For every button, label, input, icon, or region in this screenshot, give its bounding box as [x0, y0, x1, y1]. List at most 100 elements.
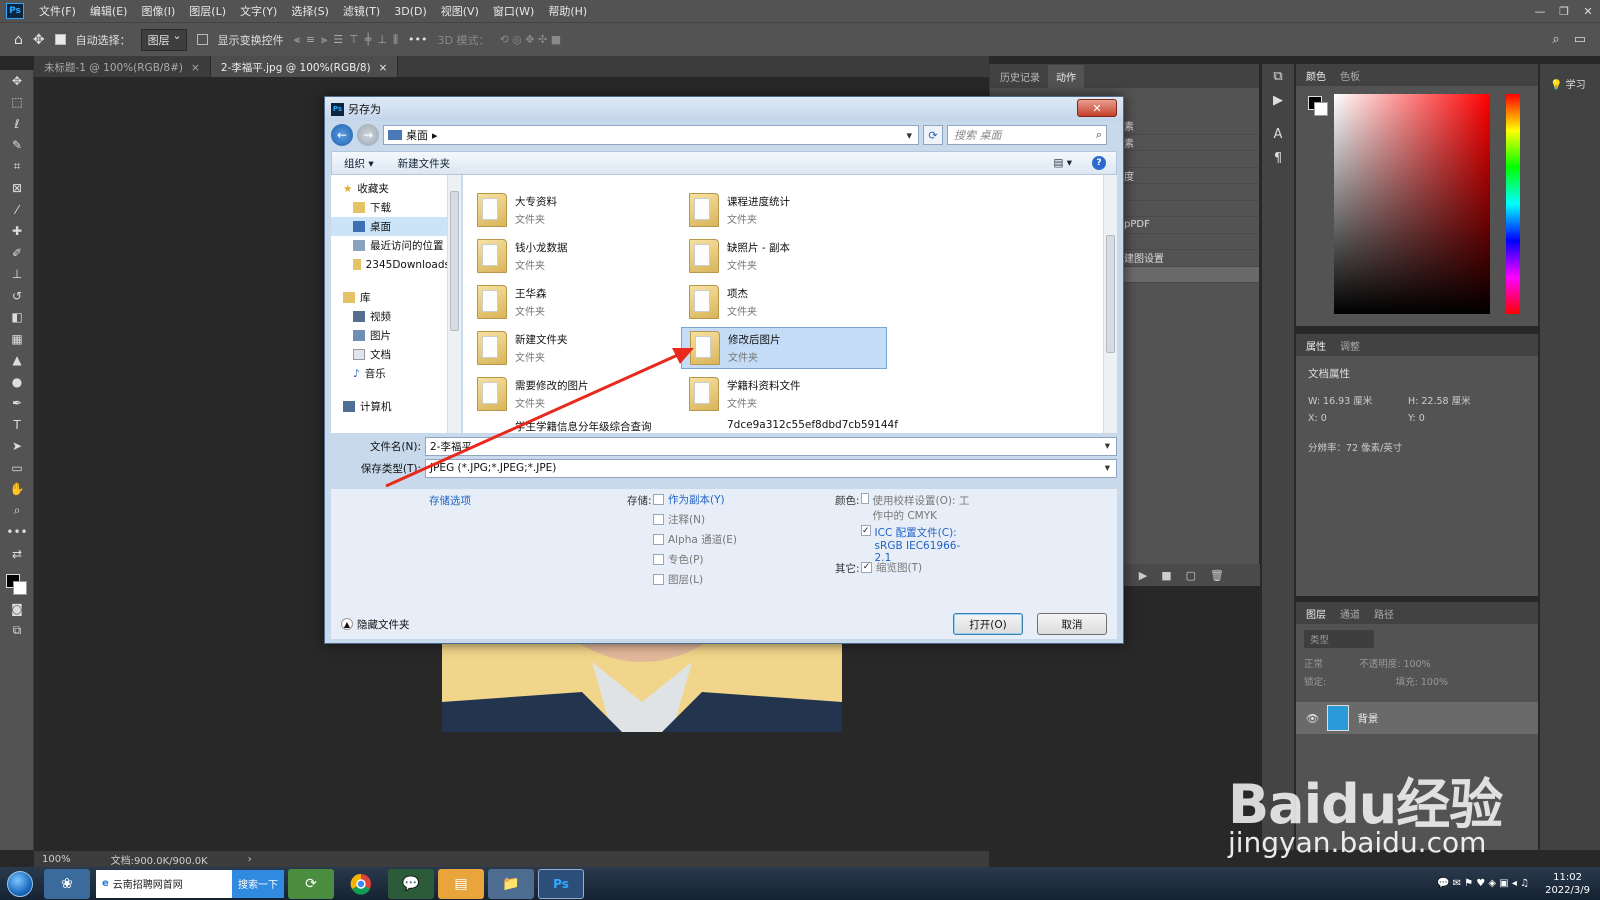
- bg-color-swatch[interactable]: [1314, 102, 1328, 116]
- background-color-swatch[interactable]: [13, 581, 27, 595]
- trash-icon[interactable]: 🗑: [1210, 569, 1224, 582]
- hide-folders-toggle[interactable]: ▲ 隐藏文件夹: [341, 617, 410, 632]
- workspace-icon[interactable]: ▭: [1574, 32, 1586, 47]
- organize-button[interactable]: 组织 ▾: [344, 156, 374, 171]
- layer-filter-dropdown[interactable]: 类型: [1304, 630, 1374, 648]
- dialog-close-button[interactable]: ✕: [1077, 99, 1117, 117]
- paragraph-icon[interactable]: ¶: [1262, 146, 1294, 170]
- taskbar-chrome-icon[interactable]: [338, 869, 384, 899]
- search-input[interactable]: 搜索 桌面 ⌕: [947, 125, 1107, 145]
- tab-adjustments[interactable]: 调整: [1340, 338, 1360, 353]
- folder-item[interactable]: 课程进度统计 文件夹: [681, 189, 887, 231]
- opacity-field[interactable]: 不透明度: 100%: [1359, 659, 1430, 670]
- tab-layers[interactable]: 图层: [1306, 606, 1326, 621]
- hue-slider[interactable]: [1506, 94, 1520, 314]
- play-icon[interactable]: ▶: [1139, 569, 1147, 582]
- fill-field[interactable]: 填充: 100%: [1396, 677, 1448, 688]
- refresh-icon[interactable]: ⟳: [923, 125, 943, 145]
- path-select-icon[interactable]: ➤: [0, 436, 34, 458]
- nav-desktop[interactable]: 桌面: [331, 217, 450, 236]
- auto-select-target-dropdown[interactable]: 图层: [140, 28, 187, 51]
- rectangle-tool-icon[interactable]: ▭: [0, 457, 34, 479]
- show-transform-checkbox[interactable]: [196, 34, 208, 45]
- nav-videos[interactable]: 视频: [331, 307, 450, 326]
- nav-music[interactable]: ♪ 音乐: [331, 364, 450, 383]
- tab-paths[interactable]: 路径: [1374, 606, 1394, 621]
- taskbar-browser-icon[interactable]: ⟳: [288, 868, 334, 899]
- menu-type[interactable]: 文字(Y): [233, 3, 284, 19]
- folder-item[interactable]: 需要修改的图片 文件夹: [469, 373, 675, 415]
- tab-history[interactable]: 历史记录: [992, 65, 1048, 88]
- menu-view[interactable]: 视图(V): [434, 3, 486, 19]
- type-tool-icon[interactable]: T: [0, 414, 34, 436]
- minimize-icon[interactable]: —: [1528, 0, 1552, 22]
- menu-help[interactable]: 帮助(H): [541, 3, 594, 19]
- taskbar-explorer-icon[interactable]: 📁: [488, 868, 534, 899]
- chevron-down-icon[interactable]: ▾: [1105, 462, 1110, 474]
- align-left-icon[interactable]: ⫷: [294, 33, 300, 47]
- menu-edit[interactable]: 编辑(E): [83, 3, 135, 19]
- brush-tool-icon[interactable]: ✐: [0, 242, 34, 264]
- gradient-tool-icon[interactable]: ▦: [0, 328, 34, 350]
- folder-item[interactable]: 王华森 文件夹: [469, 281, 675, 323]
- forward-arrow-icon[interactable]: →: [357, 124, 379, 146]
- help-icon[interactable]: ?: [1092, 156, 1106, 170]
- frame-tool-icon[interactable]: ⊠: [0, 178, 34, 200]
- learn-label[interactable]: 学习: [1566, 80, 1586, 91]
- crop-tool-icon[interactable]: ⌗: [0, 156, 34, 178]
- menu-file[interactable]: 文件(F): [32, 3, 83, 19]
- nav-2345downloads[interactable]: 2345Downloads: [331, 255, 450, 274]
- open-button[interactable]: 打开(O): [953, 613, 1023, 635]
- menu-filter[interactable]: 滤镜(T): [336, 3, 387, 19]
- spot-checkbox[interactable]: 专色(P): [653, 549, 737, 569]
- close-tab-icon[interactable]: ×: [379, 62, 388, 74]
- more-options-icon[interactable]: •••: [408, 33, 427, 46]
- character-icon[interactable]: A: [1262, 122, 1294, 146]
- history-brush-icon[interactable]: ↺: [0, 285, 34, 307]
- home-icon[interactable]: ⌂: [14, 32, 23, 48]
- restore-icon[interactable]: ❐: [1552, 0, 1576, 22]
- tab-swatches[interactable]: 色板: [1340, 68, 1360, 83]
- icc-profile-checkbox[interactable]: ✓ ICC 配置文件(C): sRGB IEC61966-2.1: [861, 523, 971, 564]
- nav-favorites[interactable]: ★ 收藏夹: [331, 179, 450, 198]
- folder-icon[interactable]: ■: [1161, 569, 1171, 582]
- notes-checkbox[interactable]: 注释(N): [653, 509, 737, 529]
- proof-setup-checkbox[interactable]: 使用校样设置(O): 工作中的 CMYK: [861, 489, 971, 523]
- healing-brush-icon[interactable]: ✚: [0, 221, 34, 243]
- save-options-link[interactable]: 存储选项: [429, 493, 471, 508]
- dodge-tool-icon[interactable]: ●: [0, 371, 34, 393]
- menu-image[interactable]: 图像(I): [134, 3, 182, 19]
- tab-color[interactable]: 颜色: [1306, 68, 1326, 83]
- as-copy-checkbox[interactable]: 作为副本(Y): [653, 489, 737, 509]
- eyedropper-icon[interactable]: ⁄: [0, 199, 34, 221]
- tab-channels[interactable]: 通道: [1340, 606, 1360, 621]
- file-item[interactable]: 学生学籍信息分年级综合查询（18: [469, 419, 675, 433]
- nav-recent[interactable]: 最近访问的位置: [331, 236, 450, 255]
- align-buttons[interactable]: ⫷ ≡ ⫸ ☰ ⊤ ╪ ⊥ ⫼: [294, 33, 398, 47]
- doc-tab-photo[interactable]: 2-李福平.jpg @ 100%(RGB/8) ×: [210, 56, 399, 77]
- dialog-titlebar[interactable]: Ps 另存为: [325, 97, 1123, 121]
- stamp-tool-icon[interactable]: ⊥: [0, 264, 34, 286]
- file-list-scrollbar[interactable]: [1103, 175, 1117, 433]
- nav-computer[interactable]: 计算机: [331, 397, 450, 416]
- menu-3d[interactable]: 3D(D): [387, 5, 434, 18]
- blend-mode-dropdown[interactable]: 正常: [1304, 659, 1323, 670]
- taskbar-search-button[interactable]: 搜索一下: [232, 869, 284, 898]
- edit-toolbar-icon[interactable]: •••: [0, 522, 34, 544]
- align-top-icon[interactable]: ⊤: [349, 33, 359, 47]
- new-folder-button[interactable]: 新建文件夹: [398, 156, 451, 171]
- quick-select-icon[interactable]: ✎: [0, 135, 34, 157]
- thumbnail-checkbox[interactable]: ✓ 缩览图(T): [861, 557, 922, 577]
- align-center-icon[interactable]: ≡: [306, 33, 315, 47]
- zoom-level[interactable]: 100%: [42, 854, 71, 865]
- status-chevron-icon[interactable]: ›: [248, 854, 252, 865]
- color-field[interactable]: [1334, 94, 1490, 314]
- search-icon[interactable]: ⌕: [1096, 128, 1102, 142]
- nav-scrollbar[interactable]: [447, 175, 461, 433]
- search-icon[interactable]: ⌕: [1552, 32, 1559, 47]
- tab-properties[interactable]: 属性: [1306, 338, 1326, 353]
- layers-checkbox[interactable]: 图层(L): [653, 569, 737, 589]
- align-right-icon[interactable]: ⫸: [321, 33, 327, 47]
- pen-tool-icon[interactable]: ✒: [0, 393, 34, 415]
- menu-select[interactable]: 选择(S): [284, 3, 336, 19]
